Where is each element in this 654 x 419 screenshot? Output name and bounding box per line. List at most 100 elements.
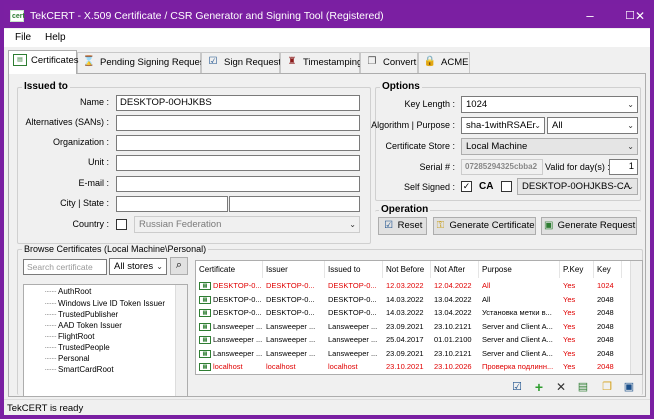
- store-filter-select[interactable]: All stores ⌄: [109, 258, 167, 275]
- tab-bar: ▤ Certificates ⌛ Pending Signing Requests …: [4, 50, 650, 74]
- column-header[interactable]: Key: [594, 261, 622, 278]
- store-tree[interactable]: ······· AuthRoot ······· Windows Live ID T…: [23, 284, 188, 397]
- tree-node[interactable]: ······· AAD Token Issuer: [24, 320, 122, 331]
- cell-text: 12.03.2022: [386, 281, 424, 290]
- table-row[interactable]: ▤ Lansweeper ... Lansweeper ... Lansweeper …: [196, 347, 622, 361]
- certificate-icon: ▤: [199, 282, 211, 291]
- import-icon[interactable]: ❐: [599, 380, 615, 394]
- table-cell: ▤localhost: [196, 360, 263, 373]
- country-checkbox[interactable]: [116, 219, 127, 230]
- cell-text: All: [482, 281, 491, 290]
- key-length-select[interactable]: 1024 ⌄: [461, 96, 638, 113]
- table-cell: Yes: [560, 347, 594, 360]
- name-input[interactable]: DESKTOP-0OHJKBS: [116, 95, 360, 111]
- table-row[interactable]: ▤ DESKTOP-0... DESKTOP-0... DESKTOP-0... 14.…: [196, 293, 622, 307]
- menu-file[interactable]: File: [15, 32, 31, 43]
- cell-text: 2048: [597, 294, 614, 304]
- tree-node[interactable]: ······· SmartCardRoot: [24, 364, 113, 375]
- certificate-list[interactable]: Certificate Issuer Issued to Not Before …: [195, 260, 643, 375]
- search-input[interactable]: Search certificate: [23, 259, 107, 275]
- add-icon[interactable]: +: [531, 380, 547, 394]
- tab-pending-signing-requests[interactable]: ⌛ Pending Signing Requests: [77, 52, 212, 73]
- verify-icon[interactable]: ☑: [509, 380, 525, 394]
- certificate-store-select[interactable]: Local Machine ⌄: [461, 138, 638, 155]
- ca-issuer-value: DESKTOP-0OHJKBS-CA: [522, 181, 631, 192]
- reset-button[interactable]: ☑ Reset: [378, 217, 427, 235]
- table-cell: Lansweeper ...: [263, 333, 325, 346]
- state-input[interactable]: [229, 196, 360, 212]
- tab-acme[interactable]: 🔒 ACME: [418, 52, 470, 73]
- unit-input[interactable]: [116, 155, 360, 171]
- certificates-panel: Issued to Name : DESKTOP-0OHJKBS Alterna…: [8, 73, 646, 397]
- table-row[interactable]: ▤ Lansweeper ... Lansweeper ... Lansweeper …: [196, 320, 622, 334]
- purpose-select[interactable]: All ⌄: [547, 117, 638, 134]
- certificate-icon: ▤: [199, 309, 211, 318]
- table-cell: ▤ DESKTOP-0...: [196, 293, 263, 306]
- ca-checkbox[interactable]: [501, 181, 512, 192]
- table-cell: 01.01.2100: [431, 333, 479, 346]
- serial-input[interactable]: 07285294325cbba2: [461, 159, 543, 175]
- email-input[interactable]: [116, 176, 360, 192]
- tab-certificates[interactable]: ▤ Certificates: [8, 50, 79, 74]
- minimize-button[interactable]: –: [570, 4, 610, 28]
- tab-timestamping[interactable]: ♜ Timestamping: [280, 52, 362, 73]
- tree-node[interactable]: ······· Personal: [24, 353, 89, 364]
- tree-node[interactable]: ······· TrustedPublisher: [24, 309, 118, 320]
- hourglass-icon: ⌛: [82, 56, 96, 68]
- tree-scrollbar[interactable]: [175, 285, 187, 396]
- chevron-down-icon: ⌄: [627, 142, 634, 151]
- table-cell: Lansweeper ...: [325, 320, 383, 333]
- table-row[interactable]: ▤ localhost localhost localhost 23.10.2021 23…: [196, 360, 622, 374]
- column-header[interactable]: Issued to: [325, 261, 383, 278]
- serial-label: Serial # :: [419, 162, 455, 172]
- search-button[interactable]: ⌕: [170, 257, 188, 275]
- table-cell: 25.04.2017: [383, 333, 431, 346]
- column-header[interactable]: Not After: [431, 261, 479, 278]
- sans-input[interactable]: [116, 115, 360, 131]
- certificate-icon: ⚿: [436, 219, 445, 231]
- organization-input[interactable]: [116, 135, 360, 151]
- table-row[interactable]: ▤localhostePlifeSigned...localhost01.01.…: [196, 374, 622, 375]
- table-row[interactable]: ▤ DESKTOP-0... DESKTOP-0... DESKTOP-0... 12.…: [196, 279, 622, 293]
- table-cell: Проверка подлинн...: [479, 360, 560, 373]
- title-bar[interactable]: cert TekCERT - X.509 Certificate / CSR G…: [4, 4, 650, 28]
- column-header[interactable]: Certificate: [196, 261, 263, 278]
- city-input[interactable]: [116, 196, 228, 212]
- table-cell: 01.01.2030: [431, 374, 479, 375]
- delete-icon[interactable]: ✕: [553, 380, 569, 394]
- table-cell: Проверка подлинн...: [479, 374, 560, 375]
- tree-node[interactable]: ······· TrustedPeople: [24, 342, 109, 353]
- list-scrollbar[interactable]: [630, 261, 642, 374]
- table-cell: 1024: [594, 279, 622, 292]
- country-select[interactable]: Russian Federation ⌄: [134, 216, 360, 233]
- table-cell: DESKTOP-0...: [263, 279, 325, 292]
- key-length-label: Key Length :: [404, 99, 455, 109]
- generate-request-button[interactable]: ▣ Generate Request: [541, 217, 637, 235]
- valid-days-input[interactable]: 1: [609, 159, 638, 175]
- table-cell: Lansweeper ...: [325, 347, 383, 360]
- close-button[interactable]: ✕: [630, 4, 650, 28]
- table-cell: 23.10.2026: [431, 360, 479, 373]
- generate-certificate-button[interactable]: ⚿ Generate Certificate: [433, 217, 536, 235]
- tree-node[interactable]: ······· FlightRoot: [24, 331, 94, 342]
- table-row[interactable]: ▤ Lansweeper ... Lansweeper ... Lansweeper …: [196, 333, 622, 347]
- self-signed-checkbox[interactable]: ✓: [461, 181, 472, 192]
- tab-sign-request[interactable]: ☑ Sign Request: [201, 52, 281, 73]
- column-header[interactable]: Not Before: [383, 261, 431, 278]
- tree-node[interactable]: ······· AuthRoot: [24, 286, 91, 297]
- export-icon[interactable]: ▤: [575, 380, 591, 394]
- generate-request-label: Generate Request: [557, 220, 636, 231]
- tree-node[interactable]: ······· Windows Live ID Token Issuer: [24, 298, 165, 309]
- certificate-store-value: Local Machine: [466, 141, 528, 152]
- save-icon[interactable]: ▣: [621, 380, 637, 394]
- algorithm-select[interactable]: sha-1withRSAEr ⌄: [461, 117, 545, 134]
- cell-text: 14.03.2022: [386, 294, 424, 304]
- column-header[interactable]: Issuer: [263, 261, 325, 278]
- column-header[interactable]: Purpose: [479, 261, 560, 278]
- table-row[interactable]: ▤ DESKTOP-0... DESKTOP-0... DESKTOP-0... 14.…: [196, 306, 622, 320]
- tab-convert[interactable]: ❐ Convert: [360, 52, 418, 73]
- column-header[interactable]: P.Key: [560, 261, 594, 278]
- cell-text: Server and Client A...: [482, 321, 553, 331]
- ca-issuer-select[interactable]: DESKTOP-0OHJKBS-CA ⌄: [517, 178, 638, 195]
- menu-help[interactable]: Help: [45, 32, 66, 43]
